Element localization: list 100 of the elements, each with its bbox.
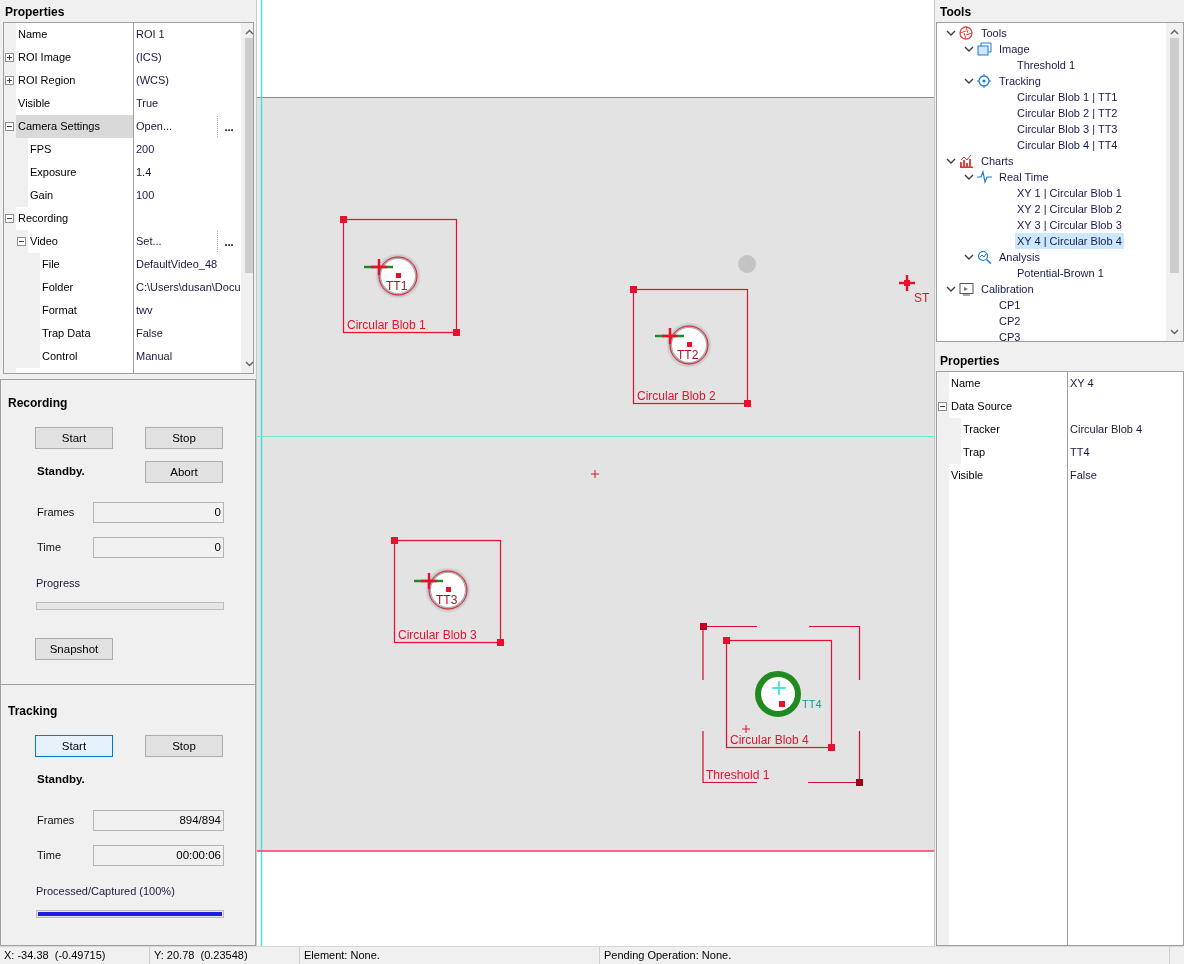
abort-button[interactable]: Abort	[145, 461, 223, 483]
scrollbar[interactable]	[240, 23, 253, 373]
progress-label: Processed/Captured (100%)	[35, 884, 176, 899]
property-value: False	[136, 326, 164, 341]
trap-label: TT4	[802, 698, 822, 710]
property-value: DefaultVideo_48	[136, 257, 219, 272]
collapse-icon[interactable]	[5, 214, 14, 223]
property-name[interactable]: Name	[949, 372, 1068, 395]
property-name[interactable]: Exposure	[28, 161, 134, 184]
marker-label: ST	[914, 291, 930, 305]
tree-item[interactable]: Image	[997, 41, 1032, 57]
panel-title: Properties	[939, 353, 1001, 370]
tree-item[interactable]: Tools	[979, 25, 1009, 41]
status-text: X: -34.38 (-0.49715)	[0, 947, 150, 964]
tree-item[interactable]: XY 1 | Circular Blob 1	[1015, 185, 1124, 201]
readout-field: 00:00:06	[93, 845, 224, 866]
tree-item[interactable]: Threshold 1	[1015, 57, 1078, 73]
tree-item[interactable]: Calibration	[979, 281, 1036, 297]
start-button[interactable]: Start	[35, 735, 113, 757]
roi-frame[interactable]	[391, 537, 504, 646]
property-name[interactable]: Name	[16, 23, 134, 46]
tree-item[interactable]: Circular Blob 2 | TT2	[1015, 105, 1120, 121]
chevron-down-icon[interactable]	[964, 76, 974, 86]
tree-item[interactable]: Real Time	[997, 169, 1051, 185]
property-name[interactable]: Tracker	[961, 418, 1068, 441]
chevron-down-icon[interactable]	[946, 28, 956, 38]
field-label: Time	[37, 540, 63, 556]
monitor-icon	[959, 282, 975, 296]
threshold-frame[interactable]	[700, 623, 863, 786]
scroll-down-icon[interactable]	[244, 361, 253, 367]
roi-frame[interactable]	[340, 216, 460, 336]
chevron-down-icon[interactable]	[964, 44, 974, 54]
property-name[interactable]: Format	[40, 299, 134, 322]
tree-item[interactable]: Potential-Brown 1	[1015, 265, 1106, 281]
expand-icon[interactable]	[5, 53, 14, 62]
property-name[interactable]: File	[40, 253, 134, 276]
tree-item[interactable]: CP1	[997, 297, 1023, 313]
tree-item[interactable]: CP3	[997, 329, 1023, 345]
property-name[interactable]: Gain	[28, 184, 134, 207]
scroll-up-icon[interactable]	[1170, 29, 1179, 35]
tree-item[interactable]: Charts	[979, 153, 1016, 169]
tree-item[interactable]: Circular Blob 1 | TT1	[1015, 89, 1120, 105]
start-button[interactable]: Start	[35, 427, 113, 449]
collapse-icon[interactable]	[5, 122, 14, 131]
progress-label: Progress	[35, 576, 82, 591]
roi-label: Circular Blob 3	[398, 628, 477, 642]
property-value: 1.4	[136, 165, 153, 180]
panel-title: Tracking	[8, 703, 59, 718]
tree-item[interactable]: Analysis	[997, 249, 1042, 265]
property-name[interactable]: ROI Region	[16, 69, 134, 92]
chevron-down-icon[interactable]	[964, 252, 974, 262]
property-value: Circular Blob 4	[1070, 422, 1144, 437]
tree-item[interactable]: Tracking	[997, 73, 1043, 89]
stop-button[interactable]: Stop	[145, 735, 223, 757]
collapse-icon[interactable]	[17, 237, 26, 246]
property-value: 100	[136, 188, 156, 203]
stop-button[interactable]: Stop	[145, 427, 223, 449]
trap-label: TT3	[436, 593, 458, 607]
tree-item[interactable]: Circular Blob 4 | TT4	[1015, 137, 1120, 153]
property-value: XY 4	[1070, 376, 1095, 391]
property-name[interactable]: ROI Image	[16, 46, 134, 69]
tree-item[interactable]: XY 3 | Circular Blob 3	[1015, 217, 1124, 233]
roi-frame[interactable]	[630, 286, 751, 407]
scroll-up-icon[interactable]	[244, 29, 253, 35]
target-icon	[977, 74, 993, 88]
roi-label: Circular Blob 1	[347, 318, 426, 332]
tree-item[interactable]: Circular Blob 3 | TT3	[1015, 121, 1120, 137]
property-value: twv	[136, 303, 154, 318]
layers-icon	[977, 42, 993, 56]
property-value: ROI 1	[136, 27, 166, 42]
readout-field: 894/894	[93, 810, 224, 831]
property-name[interactable]: FPS	[28, 138, 134, 161]
scroll-down-icon[interactable]	[1170, 329, 1179, 335]
dust-spot	[738, 255, 756, 273]
tree-item[interactable]: CP2	[997, 313, 1023, 329]
property-value: TT4	[1070, 445, 1091, 460]
chevron-down-icon[interactable]	[946, 156, 956, 166]
property-value: 200	[136, 142, 156, 157]
chevron-down-icon[interactable]	[946, 284, 956, 294]
scrollbar[interactable]	[1166, 23, 1183, 341]
property-name[interactable]: Camera Settings	[16, 115, 134, 138]
property-name[interactable]: Trap	[961, 441, 1068, 464]
expand-icon[interactable]	[5, 76, 14, 85]
property-value: Open...	[136, 119, 174, 134]
tree-item[interactable]: XY 4 | Circular Blob 4	[1015, 233, 1124, 249]
status-text: Pending Operation: None.	[600, 947, 1170, 964]
collapse-icon[interactable]	[938, 402, 947, 411]
status-text: Y: 20.78 (0.23548)	[150, 947, 300, 964]
aperture-icon	[959, 26, 975, 40]
trap-label: TT2	[677, 348, 699, 362]
magnifier-icon	[977, 250, 993, 264]
tree-item[interactable]: XY 2 | Circular Blob 2	[1015, 201, 1124, 217]
property-name[interactable]: Folder	[40, 276, 134, 299]
roi-frame[interactable]	[723, 637, 835, 751]
chevron-down-icon[interactable]	[964, 172, 974, 182]
snapshot-button[interactable]: Snapshot	[35, 637, 113, 660]
threshold-label: Threshold 1	[706, 768, 770, 782]
property-name[interactable]: Trap Data	[40, 322, 134, 345]
property-value: C:\Users\dusan\Docu	[136, 280, 241, 295]
camera-view[interactable]: TT1 Circular Blob 1 TT2 Circular Blob 2 TT3 Circular Blob 3 TT4 Circular Blob 4 Threshold 1 ST	[256, 0, 935, 946]
